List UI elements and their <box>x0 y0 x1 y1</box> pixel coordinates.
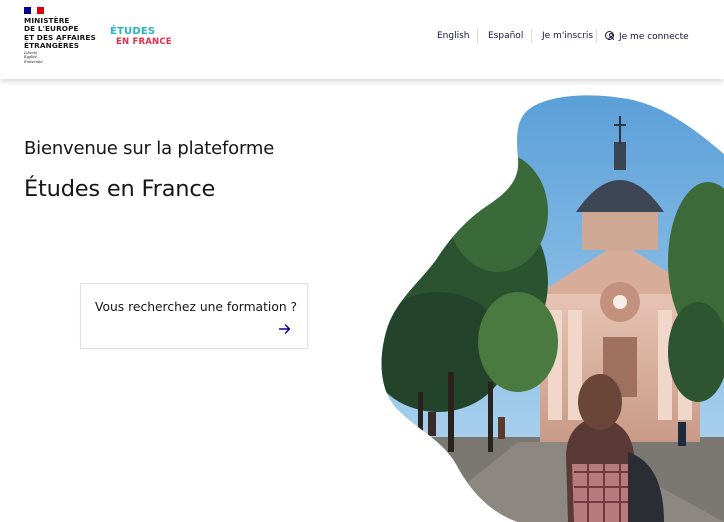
header-nav: English <box>437 26 470 46</box>
header-nav: Je me connecte <box>605 26 689 46</box>
site-header: MINISTÈRE DE L'EUROPE ET DES AFFAIRES ÉT… <box>0 0 724 79</box>
header-nav: Je m'inscris <box>542 26 593 46</box>
sorbonne-hero-image <box>381 95 724 522</box>
french-flag-icon <box>24 7 45 14</box>
nav-divider <box>477 29 478 43</box>
arrow-right-icon <box>279 324 291 334</box>
etudes-en-france-logo[interactable]: ÉTUDES EN FRANCE <box>110 26 180 50</box>
nav-divider <box>596 29 597 43</box>
republic-motto: Liberté Égalité Fraternité <box>24 51 43 64</box>
welcome-heading: Bienvenue sur la plateforme <box>24 138 275 159</box>
search-formation-label: Vous recherchez une formation ? <box>95 300 298 314</box>
ministry-logo[interactable]: MINISTÈRE DE L'EUROPE ET DES AFFAIRES ÉT… <box>24 7 114 69</box>
ministry-line: ÉTRANGÈRES <box>24 40 80 50</box>
platform-title: Études en France <box>24 176 216 202</box>
login-link[interactable]: Je me connecte <box>605 30 689 42</box>
user-circle-icon <box>605 30 614 40</box>
nav-espanol-link[interactable]: Español <box>488 31 523 41</box>
register-link[interactable]: Je m'inscris <box>542 31 593 41</box>
nav-english-link[interactable]: English <box>437 31 470 41</box>
logo-line-2: EN FRANCE <box>116 37 172 47</box>
motto-line: Fraternité <box>24 59 43 64</box>
login-label: Je me connecte <box>619 31 689 42</box>
header-nav: Español <box>488 26 523 46</box>
logo-line-1: ÉTUDES <box>110 26 156 37</box>
search-formation-card[interactable]: Vous recherchez une formation ? <box>80 283 308 349</box>
nav-divider <box>531 29 532 43</box>
ministry-name: MINISTÈRE DE L'EUROPE ET DES AFFAIRES ÉT… <box>24 16 96 50</box>
